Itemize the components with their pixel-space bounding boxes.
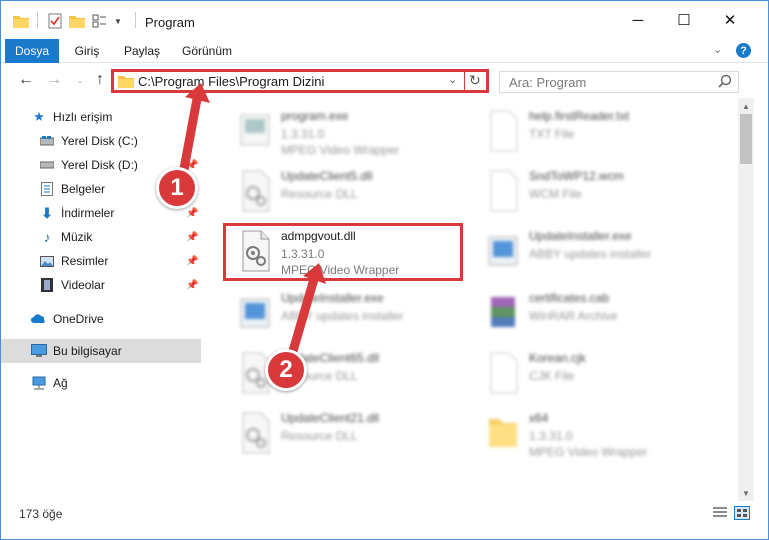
status-bar: 173 öğe bbox=[1, 501, 768, 539]
explorer-window: ▼ Program ─ ☐ ✕ Dosya Giriş Paylaş Görün… bbox=[0, 0, 769, 540]
scrollbar-thumb[interactable] bbox=[740, 114, 752, 164]
scroll-down-icon[interactable]: ▼ bbox=[738, 485, 754, 501]
details-view-icon[interactable] bbox=[713, 507, 727, 522]
scroll-up-icon[interactable]: ▲ bbox=[738, 98, 754, 114]
step-2-badge: 2 bbox=[265, 349, 307, 391]
vertical-scrollbar[interactable]: ▲ ▼ bbox=[738, 98, 754, 501]
tiles-view-icon[interactable] bbox=[734, 506, 750, 520]
step-1-badge: 1 bbox=[156, 167, 198, 209]
annotation-arrows bbox=[179, 83, 326, 356]
item-count: 173 öğe bbox=[19, 507, 63, 521]
